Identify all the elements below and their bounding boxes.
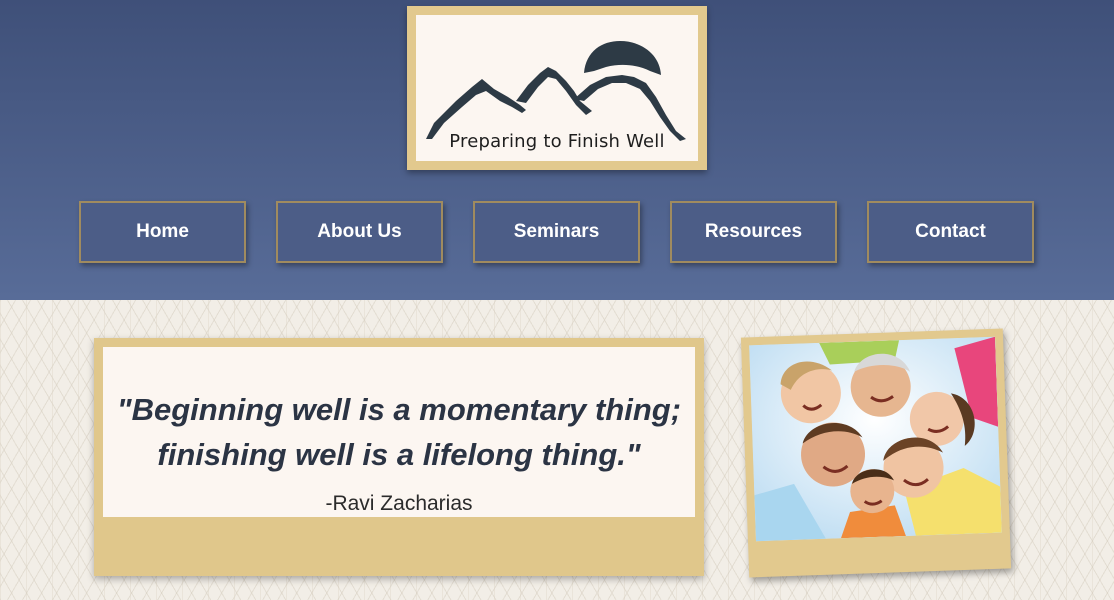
family-circle-illustration bbox=[749, 336, 1002, 542]
quote-line-2: finishing well is a lifelong thing." bbox=[157, 437, 641, 472]
nav-contact-button[interactable]: Contact bbox=[867, 201, 1034, 263]
quote-author: -Ravi Zacharias bbox=[325, 492, 473, 515]
quote-card: "Beginning well is a momentary thing; fi… bbox=[94, 338, 704, 576]
main-navigation: Home About Us Seminars Resources Contact bbox=[0, 0, 1114, 300]
nav-resources-button[interactable]: Resources bbox=[670, 201, 837, 263]
quote-line-1: "Beginning well is a momentary thing; bbox=[116, 392, 682, 427]
quote-panel: "Beginning well is a momentary thing; fi… bbox=[103, 347, 695, 517]
family-photo-frame bbox=[740, 328, 1012, 578]
nav-about-us-button[interactable]: About Us bbox=[276, 201, 443, 263]
nav-seminars-button[interactable]: Seminars bbox=[473, 201, 640, 263]
nav-home-button[interactable]: Home bbox=[79, 201, 246, 263]
family-circle-photo bbox=[749, 336, 1002, 542]
quote-text: "Beginning well is a momentary thing; fi… bbox=[103, 387, 695, 477]
